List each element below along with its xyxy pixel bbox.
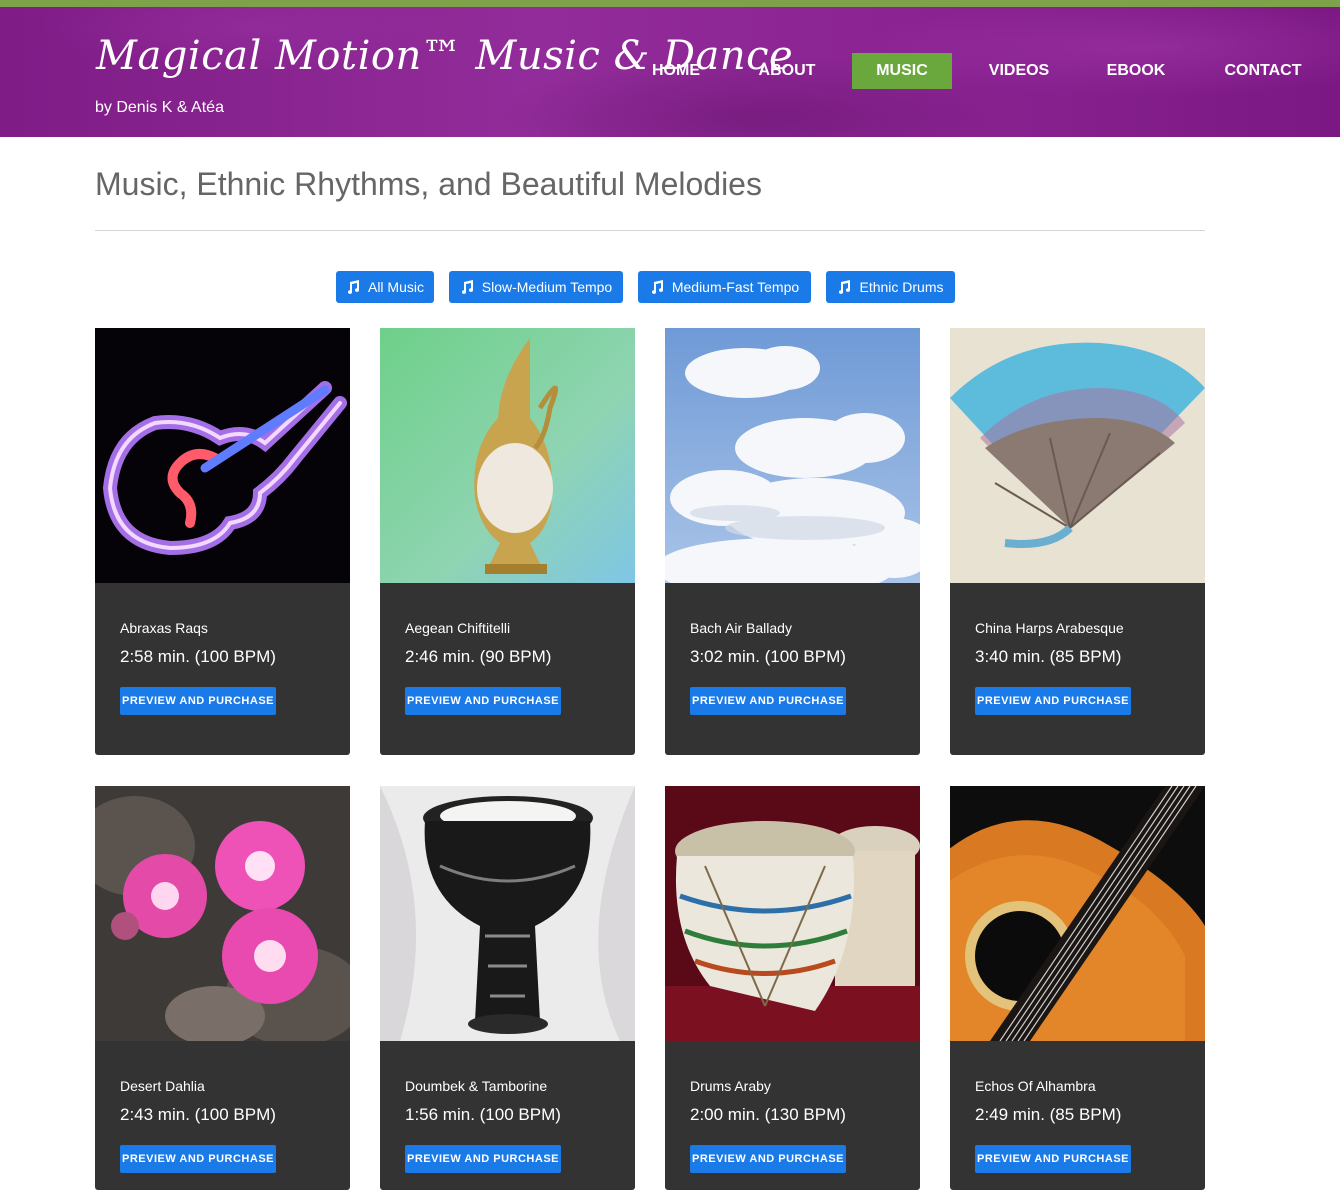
filter-label: Slow-Medium Tempo — [481, 279, 613, 295]
preview-purchase-button[interactable]: PREVIEW AND PURCHASE — [690, 1145, 846, 1173]
filter-all-music-button[interactable]: All Music — [336, 271, 434, 303]
track-card: Abraxas Raqs 2:58 min. (100 BPM) PREVIEW… — [95, 328, 350, 755]
track-card: Desert Dahlia 2:43 min. (100 BPM) PREVIE… — [95, 786, 350, 1190]
preview-purchase-button[interactable]: PREVIEW AND PURCHASE — [120, 1145, 276, 1173]
site-header: Magical Motion™ Music & Dance by Denis K… — [0, 7, 1340, 137]
track-duration-bpm: 2:49 min. (85 BPM) — [975, 1105, 1122, 1124]
nav-item-about[interactable]: ABOUT — [740, 53, 834, 89]
track-title: China Harps Arabesque — [975, 620, 1124, 636]
music-note-icon — [461, 280, 473, 294]
track-image-clay-drums[interactable] — [665, 786, 920, 1041]
track-title: Aegean Chiftitelli — [405, 620, 511, 636]
filter-label: All Music — [367, 279, 424, 295]
preview-purchase-button[interactable]: PREVIEW AND PURCHASE — [690, 687, 846, 715]
track-duration-bpm: 3:02 min. (100 BPM) — [690, 647, 846, 666]
track-title: Doumbek & Tamborine — [405, 1078, 548, 1094]
filter-label: Ethnic Drums — [859, 279, 944, 295]
track-title: Desert Dahlia — [120, 1078, 205, 1094]
nav-item-videos[interactable]: VIDEOS — [970, 53, 1068, 89]
track-title: Echos Of Alhambra — [975, 1078, 1096, 1094]
track-image-cloudy-sky[interactable] — [665, 328, 920, 583]
preview-purchase-button[interactable]: PREVIEW AND PURCHASE — [120, 687, 276, 715]
track-card: China Harps Arabesque 3:40 min. (85 BPM)… — [950, 328, 1205, 755]
music-note-icon — [347, 280, 359, 294]
track-card: Drums Araby 2:00 min. (130 BPM) PREVIEW … — [665, 786, 920, 1190]
track-title: Drums Araby — [690, 1078, 771, 1094]
preview-purchase-button[interactable]: PREVIEW AND PURCHASE — [975, 687, 1131, 715]
track-duration-bpm: 2:58 min. (100 BPM) — [120, 647, 276, 666]
track-card: Aegean Chiftitelli 2:46 min. (90 BPM) PR… — [380, 328, 635, 755]
preview-purchase-button[interactable]: PREVIEW AND PURCHASE — [405, 1145, 561, 1173]
site-tagline: by Denis K & Atéa — [95, 99, 224, 116]
track-image-folding-fan[interactable] — [950, 328, 1205, 583]
music-note-icon — [839, 280, 851, 294]
track-duration-bpm: 2:43 min. (100 BPM) — [120, 1105, 276, 1124]
track-image-doumbek-drum[interactable] — [380, 786, 635, 1041]
track-duration-bpm: 2:46 min. (90 BPM) — [405, 647, 552, 666]
track-duration-bpm: 1:56 min. (100 BPM) — [405, 1105, 561, 1124]
nav-item-home[interactable]: HOME — [632, 53, 720, 89]
preview-purchase-button[interactable]: PREVIEW AND PURCHASE — [975, 1145, 1131, 1173]
filter-ethnic-drums-button[interactable]: Ethnic Drums — [826, 271, 955, 303]
track-card: Echos Of Alhambra 2:49 min. (85 BPM) PRE… — [950, 786, 1205, 1190]
nav-item-music[interactable]: MUSIC — [852, 53, 952, 89]
track-card: Doumbek & Tamborine 1:56 min. (100 BPM) … — [380, 786, 635, 1190]
header-top-stripe — [0, 0, 1340, 7]
nav-item-contact[interactable]: CONTACT — [1208, 53, 1318, 89]
track-image-cactus-flowers[interactable] — [95, 786, 350, 1041]
track-title: Abraxas Raqs — [120, 620, 208, 636]
main-nav: HOME ABOUT MUSIC VIDEOS EBOOK CONTACT — [0, 53, 1340, 89]
track-card: Bach Air Ballady 3:02 min. (100 BPM) PRE… — [665, 328, 920, 755]
filter-label: Medium-Fast Tempo — [671, 279, 800, 295]
filter-medium-fast-button[interactable]: Medium-Fast Tempo — [638, 271, 811, 303]
track-duration-bpm: 3:40 min. (85 BPM) — [975, 647, 1122, 666]
nav-item-ebook[interactable]: EBOOK — [1088, 53, 1184, 89]
track-image-brass-pitcher[interactable] — [380, 328, 635, 583]
filter-bar: All Music Slow-Medium Tempo Medium-Fast … — [0, 271, 1340, 303]
filter-slow-medium-button[interactable]: Slow-Medium Tempo — [449, 271, 623, 303]
music-note-icon — [651, 280, 663, 294]
track-duration-bpm: 2:00 min. (130 BPM) — [690, 1105, 846, 1124]
track-image-acoustic-guitar[interactable] — [950, 786, 1205, 1041]
preview-purchase-button[interactable]: PREVIEW AND PURCHASE — [405, 687, 561, 715]
track-title: Bach Air Ballady — [690, 620, 792, 636]
title-divider — [95, 230, 1205, 231]
page-title: Music, Ethnic Rhythms, and Beautiful Mel… — [95, 166, 762, 202]
track-image-neon-guitar[interactable] — [95, 328, 350, 583]
